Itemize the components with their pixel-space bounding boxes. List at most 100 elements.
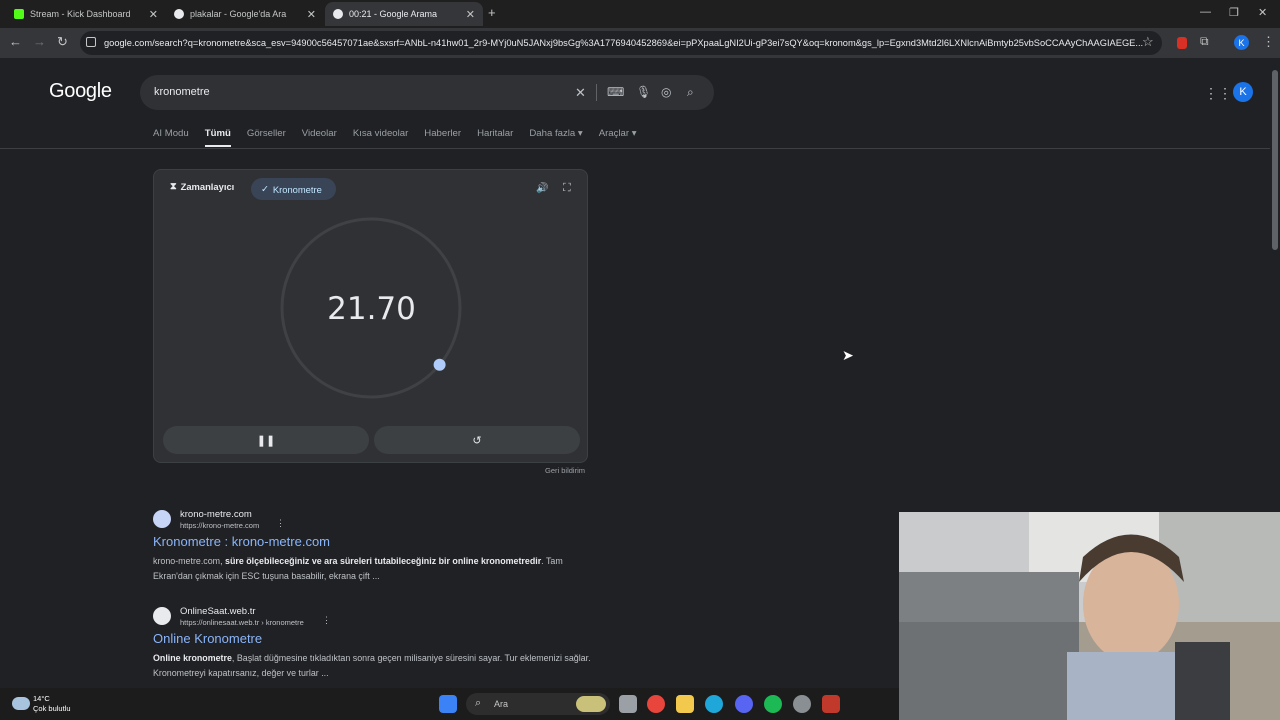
result-site[interactable]: OnlineSaat.web.tr <box>180 606 256 617</box>
search-nav-tabs: AI Modu Tümü Görseller Videolar Kısa videola… <box>153 128 653 147</box>
extensions-puzzle-icon[interactable]: ⧉ <box>1200 34 1209 49</box>
stopwatch-widget: ⧗ Zamanlayıcı ✓ Kronometre 🔊 ⛶ 21.70 ❚❚ … <box>153 169 588 463</box>
stopwatch-tab-label: Kronometre <box>272 183 322 195</box>
taskbar-search-placeholder: Ara <box>494 699 509 709</box>
clear-icon[interactable]: ✕ <box>575 85 586 101</box>
reset-button[interactable]: ↺ <box>374 426 580 454</box>
result-snippet: krono-metre.com, süre ölçebileceğiniz ve… <box>153 554 593 584</box>
lens-icon[interactable]: ◎ <box>661 85 671 99</box>
microphone-icon[interactable]: 🎙 <box>636 85 651 99</box>
result-url[interactable]: https://krono-metre.com <box>180 521 259 530</box>
app-icon[interactable] <box>822 695 840 713</box>
url-text: google.com/search?q=kronometre&sca_esv=9… <box>104 38 1144 48</box>
browser-tab-strip: Stream - Kick Dashboard ✕ plakalar - Goo… <box>0 0 1280 28</box>
bookmark-star-icon[interactable]: ☆ <box>1142 34 1154 50</box>
pause-icon: ❚❚ <box>256 434 276 447</box>
search-tab[interactable]: AI Modu <box>153 128 189 147</box>
search-tab[interactable]: Daha fazla ▾ <box>529 128 582 147</box>
sound-icon[interactable]: 🔊 <box>536 183 548 194</box>
search-highlight-icon <box>576 696 606 712</box>
new-tab-button[interactable]: + <box>488 5 496 20</box>
search-tab[interactable]: Haritalar <box>477 128 513 147</box>
check-icon: ✓ <box>261 183 269 194</box>
search-tab[interactable]: Kısa videolar <box>353 128 408 147</box>
elapsed-time: 21.70 <box>327 291 416 327</box>
snippet-text: krono-metre.com, <box>153 556 226 566</box>
more-options-icon[interactable]: ⋮ <box>276 518 285 529</box>
weather-temperature[interactable]: 14°C <box>33 694 50 703</box>
tab-title: Stream - Kick Dashboard <box>30 9 131 19</box>
search-tab[interactable]: Videolar <box>302 128 337 147</box>
restore-icon[interactable]: ❐ <box>1229 6 1239 19</box>
google-icon <box>174 9 184 19</box>
scrollbar-thumb[interactable] <box>1272 70 1278 250</box>
address-bar[interactable]: google.com/search?q=kronometre&sca_esv=9… <box>80 31 1162 55</box>
task-view-icon[interactable] <box>619 695 637 713</box>
tab-timer[interactable]: ⧗ Zamanlayıcı <box>170 180 234 192</box>
feedback-link[interactable]: Geri bildirim <box>545 466 585 475</box>
divider <box>0 148 1270 149</box>
search-tab[interactable]: Görseller <box>247 128 286 147</box>
search-box[interactable]: kronometre ✕ ⌨ 🎙 ◎ ⌕ <box>140 75 714 110</box>
edge-icon[interactable] <box>705 695 723 713</box>
window-close-icon[interactable]: ✕ <box>1258 6 1267 19</box>
forward-icon[interactable]: → <box>33 34 46 49</box>
spotify-icon[interactable] <box>764 695 782 713</box>
tab-kick-dashboard[interactable]: Stream - Kick Dashboard ✕ <box>6 2 166 26</box>
extension-icon[interactable] <box>1177 37 1187 49</box>
snippet-bold: süre ölçebileceğiniz ve ara süreleri tut… <box>225 556 542 566</box>
result-title[interactable]: Online Kronometre <box>153 631 262 646</box>
reload-icon[interactable]: ↻ <box>57 34 68 50</box>
tab-stopwatch-search[interactable]: 00:21 - Google Arama ✕ <box>325 2 483 26</box>
result-site[interactable]: krono-metre.com <box>180 509 252 520</box>
tab-plakalar[interactable]: plakalar - Google'da Ara ✕ <box>166 2 324 26</box>
tab-title: plakalar - Google'da Ara <box>190 9 287 19</box>
discord-icon[interactable] <box>735 695 753 713</box>
windows-taskbar: 14°C Çok bulutlu ⌕ Ara <box>0 688 899 720</box>
pause-button[interactable]: ❚❚ <box>163 426 369 454</box>
reset-icon: ↺ <box>472 434 482 447</box>
close-tab-icon[interactable]: ✕ <box>307 8 316 21</box>
search-tab[interactable]: Tümü <box>204 128 231 147</box>
fullscreen-icon[interactable]: ⛶ <box>563 182 571 195</box>
webcam-feed-image <box>899 512 1280 720</box>
browser-toolbar: ← → ↻ google.com/search?q=kronometre&sca… <box>0 28 1280 58</box>
webcam-overlay <box>899 512 1280 720</box>
search-icon[interactable]: ⌕ <box>687 85 694 100</box>
minimize-icon[interactable]: — <box>1200 6 1211 18</box>
windows-start-icon[interactable] <box>439 695 457 713</box>
mouse-cursor-icon: ➤ <box>842 347 854 363</box>
tab-title: 00:21 - Google Arama <box>349 9 438 19</box>
more-options-icon[interactable]: ⋮ <box>322 615 331 626</box>
close-tab-icon[interactable]: ✕ <box>149 8 158 21</box>
hourglass-icon: ⧗ <box>170 180 177 191</box>
search-input[interactable]: kronometre <box>154 86 210 98</box>
file-explorer-icon[interactable] <box>676 695 694 713</box>
google-icon <box>333 9 343 19</box>
result-url[interactable]: https://onlinesaat.web.tr › kronometre <box>180 618 304 627</box>
google-logo[interactable]: Google <box>49 80 112 103</box>
steam-icon[interactable] <box>793 695 811 713</box>
timer-tab-label: Zamanlayıcı <box>180 180 235 192</box>
tab-stopwatch[interactable]: ✓ Kronometre <box>251 178 336 200</box>
back-icon[interactable]: ← <box>9 34 22 49</box>
search-tab[interactable]: Araçlar ▾ <box>599 128 637 147</box>
snippet-bold: Online kronometre <box>153 653 232 663</box>
site-info-icon[interactable] <box>86 37 96 47</box>
kick-icon <box>14 9 24 19</box>
site-favicon <box>153 607 171 625</box>
weather-description[interactable]: Çok bulutlu <box>33 704 71 713</box>
search-tab[interactable]: Haberler <box>424 128 461 147</box>
chrome-icon[interactable] <box>647 695 665 713</box>
weather-cloud-icon <box>12 697 30 710</box>
site-favicon <box>153 510 171 528</box>
close-tab-icon[interactable]: ✕ <box>466 8 475 21</box>
taskbar-search[interactable]: ⌕ Ara <box>466 693 610 715</box>
menu-kebab-icon[interactable]: ⋮ <box>1262 34 1275 50</box>
keyboard-icon[interactable]: ⌨ <box>607 85 624 99</box>
result-title[interactable]: Kronometre : krono-metre.com <box>153 534 330 549</box>
divider <box>596 84 597 101</box>
account-avatar[interactable]: K <box>1233 82 1253 102</box>
result-snippet: Online kronometre, Başlat düğmesine tıkl… <box>153 651 593 681</box>
profile-avatar[interactable]: K <box>1234 35 1249 50</box>
